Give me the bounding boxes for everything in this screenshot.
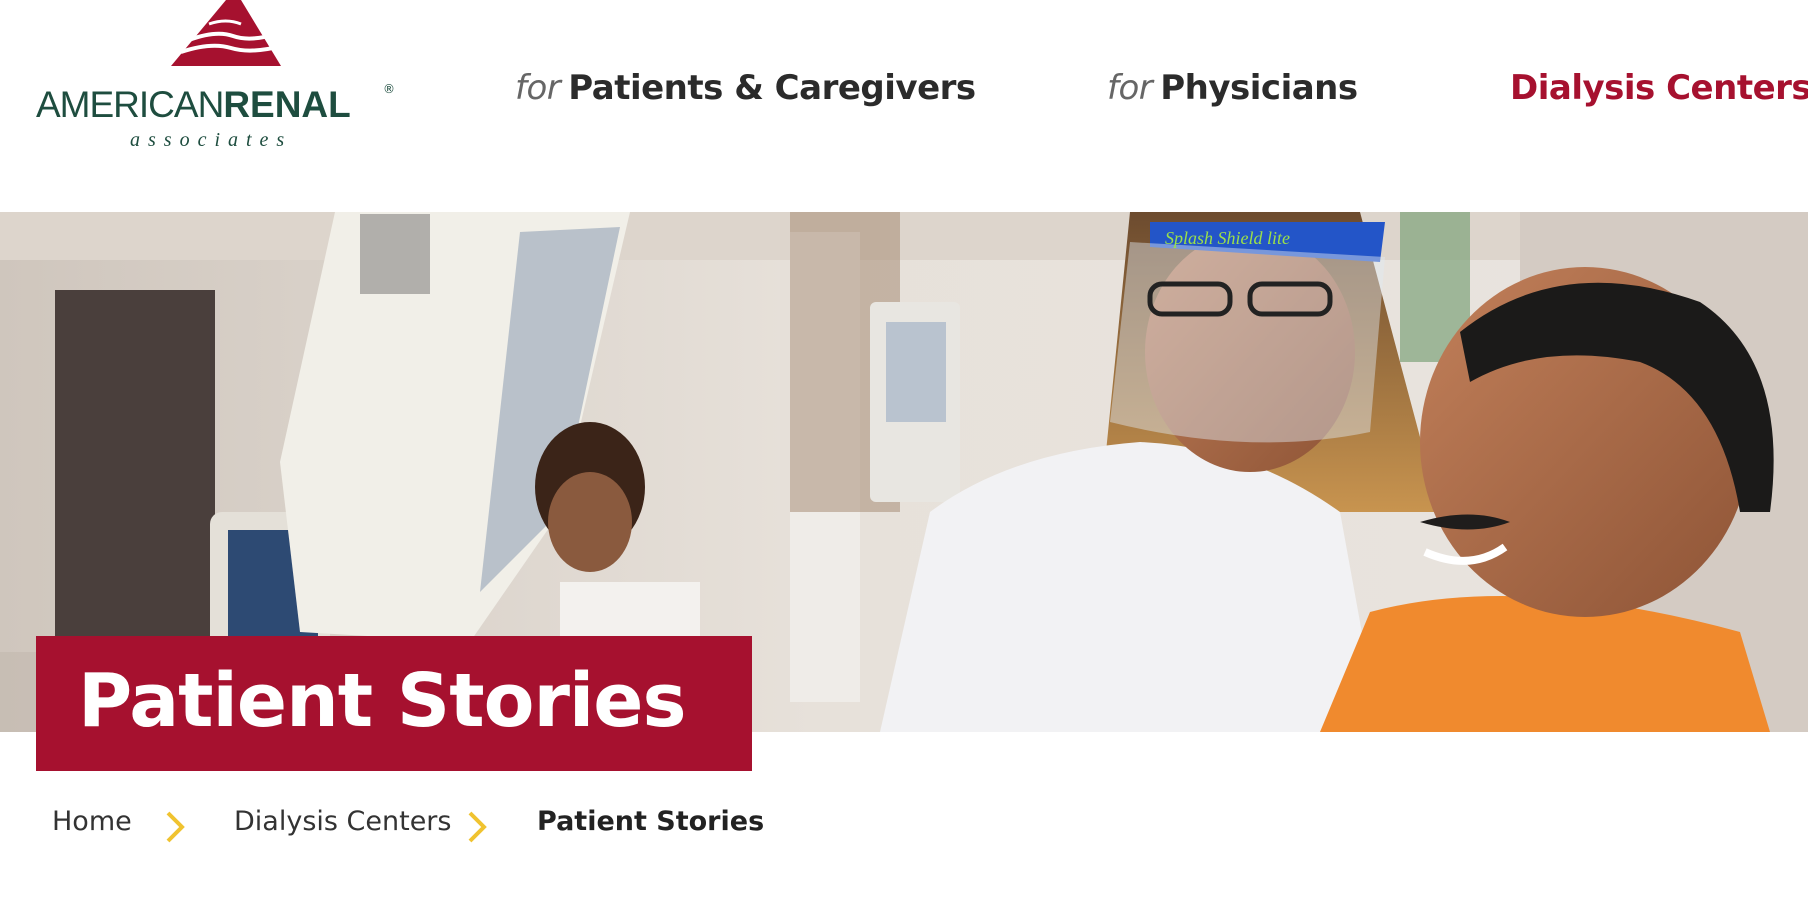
nav-label: Patients & Caregivers (568, 68, 976, 108)
nav-prefix: for (515, 68, 561, 108)
breadcrumb-home[interactable]: Home (52, 806, 132, 837)
nav-prefix: for (1107, 68, 1153, 108)
page: AMERICANRENAL ® associates for Patients &… (0, 0, 1808, 906)
chevron-right-icon (166, 811, 185, 843)
registered-mark: ® (383, 82, 395, 96)
logo-tagline: associates (130, 129, 293, 151)
breadcrumb-current: Patient Stories (537, 806, 765, 837)
breadcrumb-dialysis-centers[interactable]: Dialysis Centers (234, 806, 451, 837)
chevron-right-icon (468, 811, 487, 843)
logo-a-mark-icon (171, 0, 281, 66)
american-renal-logo[interactable]: AMERICANRENAL ® associates (36, 0, 406, 151)
logo-wordmark: AMERICANRENAL (36, 84, 351, 126)
nav-label: Physicians (1160, 68, 1358, 108)
logo-wordmark-light: AMERICAN (36, 84, 224, 125)
nav-dialysis-centers[interactable]: Dialysis Centers (1510, 68, 1808, 108)
nav-physicians[interactable]: for Physicians (1107, 68, 1358, 108)
nav-patients-caregivers[interactable]: for Patients & Caregivers (515, 68, 976, 108)
nav-label: Dialysis Centers (1510, 68, 1808, 108)
page-title-banner: Patient Stories (36, 636, 752, 771)
page-title: Patient Stories (78, 658, 687, 744)
face-shield-text: Splash Shield lite (1165, 228, 1290, 248)
logo-wordmark-bold: RENAL (223, 84, 351, 125)
site-header: AMERICANRENAL ® associates for Patients &… (0, 0, 1808, 212)
